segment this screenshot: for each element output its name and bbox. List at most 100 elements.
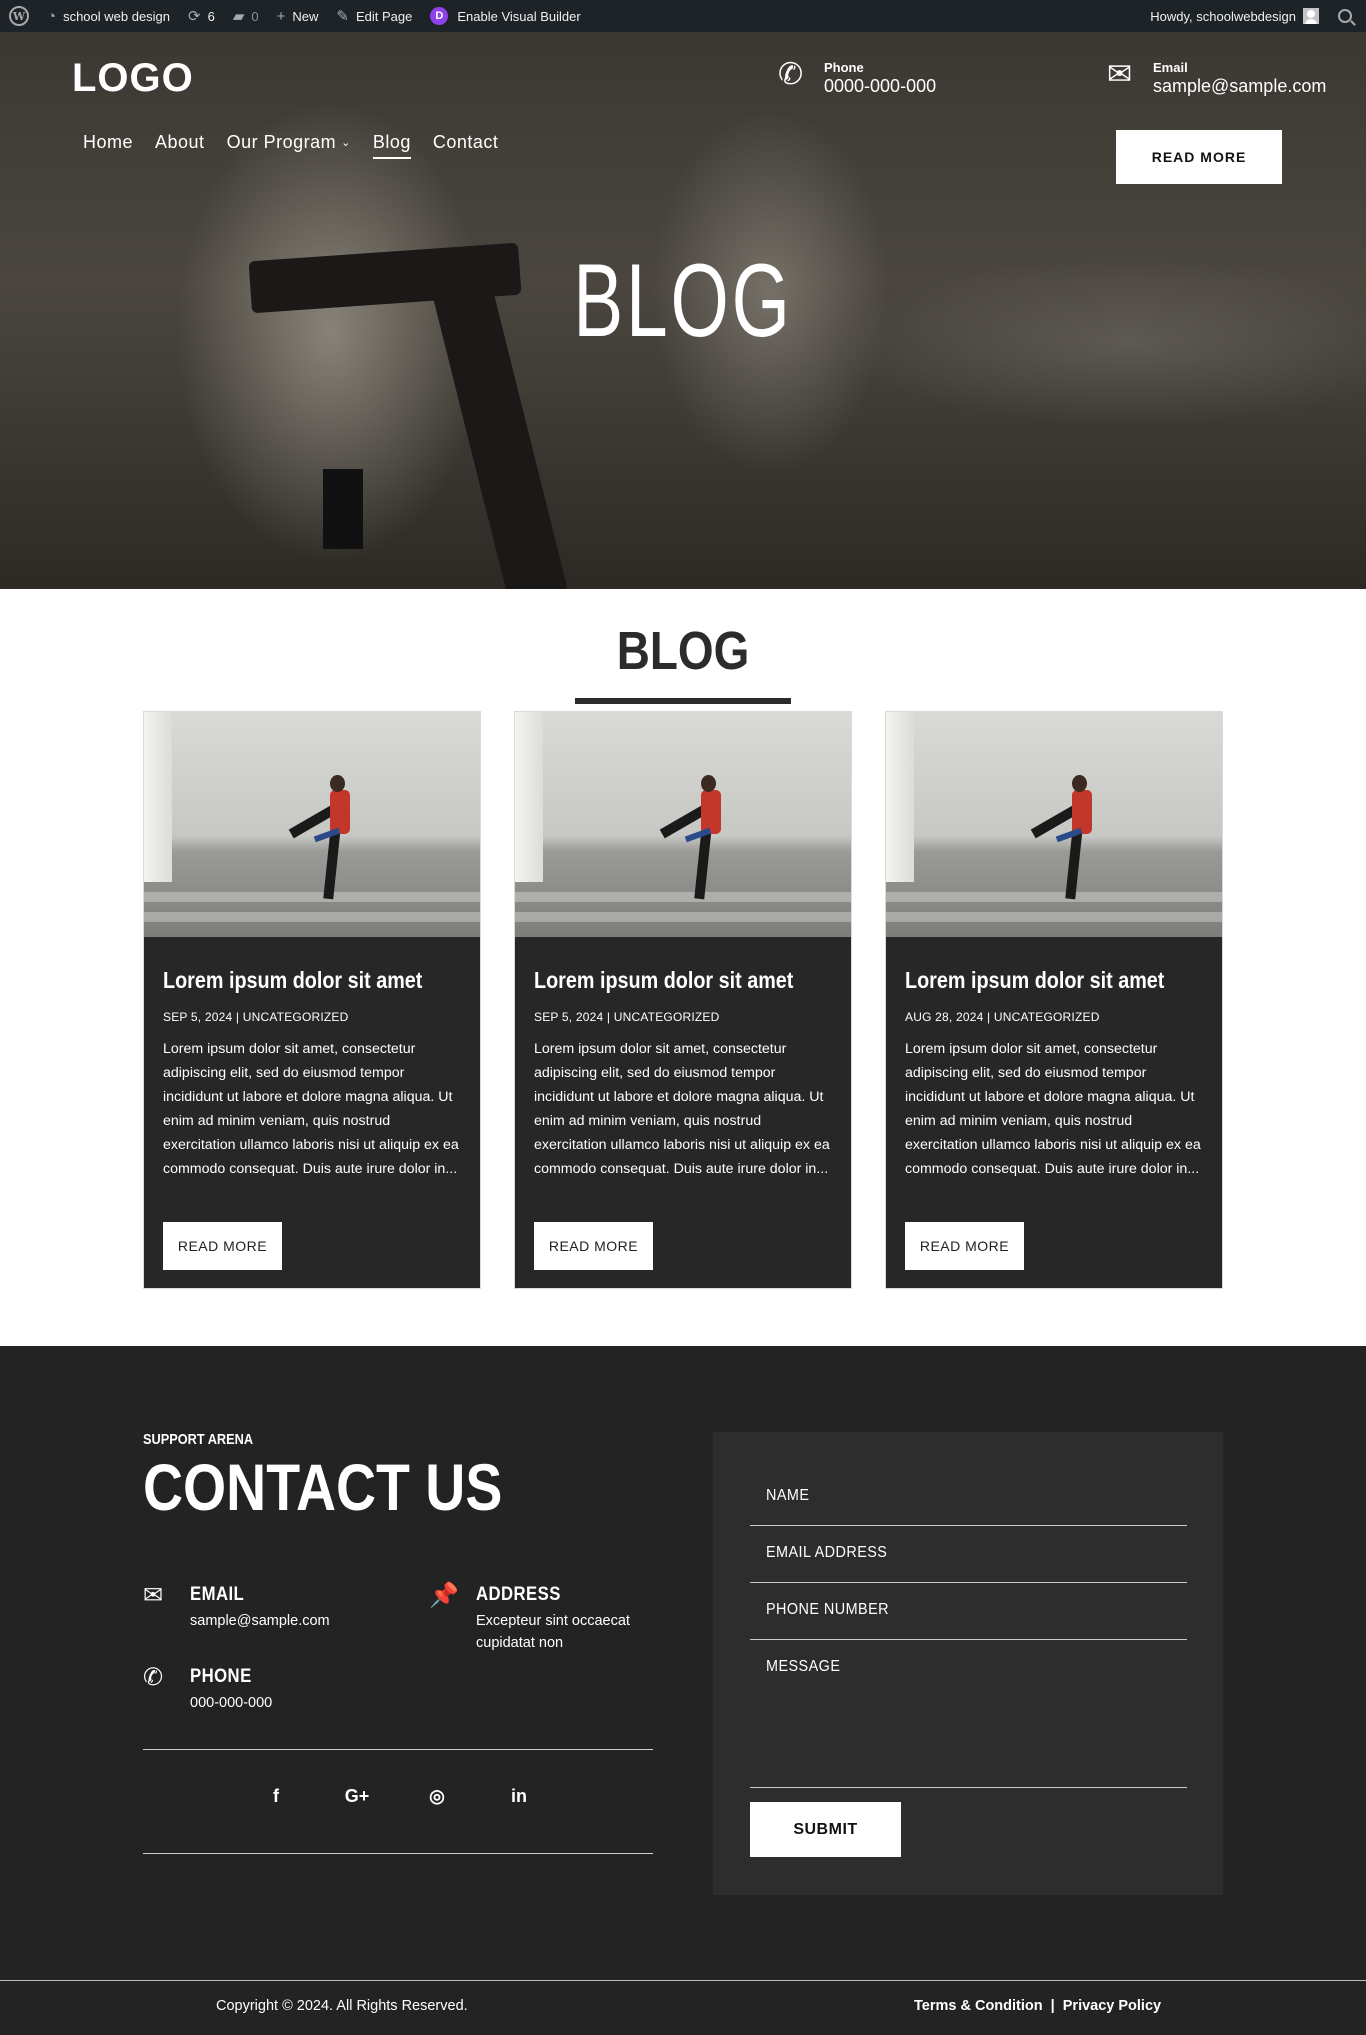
envelope-icon: ✉ bbox=[1107, 58, 1133, 91]
image-kid-body bbox=[330, 790, 350, 834]
contact-email-block: ✉ EMAIL sample@sample.com bbox=[143, 1584, 330, 1632]
blog-card-read-more-button[interactable]: READ MORE bbox=[905, 1222, 1024, 1270]
comments-link[interactable]: ▰ 0 bbox=[224, 0, 268, 32]
admin-bar: W ◔ school web design ⟳ 6 ▰ 0 + New ✎ Edit Pa… bbox=[0, 0, 1366, 32]
blog-card-excerpt: Lorem ipsum dolor sit amet, consectetur … bbox=[534, 1041, 830, 1177]
email-field[interactable]: EMAIL ADDRESS bbox=[750, 1544, 1187, 1583]
updates-link[interactable]: ⟳ 6 bbox=[179, 0, 224, 32]
blog-card-title[interactable]: Lorem ipsum dolor sit amet bbox=[905, 967, 1164, 994]
wordpress-icon: W bbox=[9, 6, 29, 26]
blog-card-date: AUG 28, 2024 bbox=[905, 1010, 984, 1024]
header-phone-value: 0000-000-000 bbox=[824, 75, 937, 96]
email-placeholder: EMAIL ADDRESS bbox=[766, 1544, 888, 1561]
account-menu[interactable]: Howdy, schoolwebdesign bbox=[1141, 0, 1328, 32]
edit-page-label: Edit Page bbox=[355, 8, 413, 24]
nav-contact[interactable]: Contact bbox=[433, 132, 499, 157]
comments-count: 0 bbox=[251, 8, 259, 24]
image-floor-light bbox=[144, 892, 480, 902]
footer-divider bbox=[0, 1980, 1366, 1981]
new-content-link[interactable]: + New bbox=[268, 0, 328, 32]
site-name-label: school web design bbox=[63, 8, 171, 24]
hero-title: BLOG bbox=[573, 243, 793, 359]
wordpress-logo-button[interactable]: W bbox=[0, 0, 38, 32]
phone-icon: ✆ bbox=[778, 58, 804, 91]
nav-blog[interactable]: Blog bbox=[372, 132, 411, 159]
google-plus-icon[interactable]: G+ bbox=[342, 1786, 372, 1807]
blog-card-title[interactable]: Lorem ipsum dolor sit amet bbox=[163, 967, 422, 994]
submit-button[interactable]: SUBMIT bbox=[750, 1802, 901, 1857]
avatar bbox=[1303, 8, 1319, 24]
pencil-icon: ✎ bbox=[336, 7, 349, 25]
site-name-link[interactable]: ◔ school web design bbox=[38, 0, 179, 32]
image-window bbox=[515, 712, 543, 882]
divi-icon: D bbox=[430, 7, 449, 25]
image-kid-body bbox=[701, 790, 721, 834]
legal-separator: | bbox=[1050, 1998, 1055, 2014]
visual-builder-label: Enable Visual Builder bbox=[457, 8, 581, 24]
blog-card-category[interactable]: UNCATEGORIZED bbox=[614, 1010, 720, 1024]
blog-card-image[interactable] bbox=[515, 712, 851, 937]
facebook-icon[interactable]: f bbox=[261, 1786, 291, 1807]
contact-phone-block: ✆ PHONE 000-000-000 bbox=[143, 1666, 272, 1714]
blog-card: Lorem ipsum dolor sit amet AUG 28, 2024 … bbox=[885, 711, 1223, 1289]
contact-title: CONTACT US bbox=[143, 1450, 503, 1524]
blog-card-category[interactable]: UNCATEGORIZED bbox=[243, 1010, 349, 1024]
visual-builder-link[interactable]: D Enable Visual Builder bbox=[421, 0, 589, 32]
blog-card-image[interactable] bbox=[144, 712, 480, 937]
blog-card-meta: SEP 5, 2024 | UNCATEGORIZED bbox=[163, 1010, 349, 1024]
image-window bbox=[144, 712, 172, 882]
image-kid-head bbox=[330, 775, 345, 792]
blog-card-read-more-button[interactable]: READ MORE bbox=[534, 1222, 653, 1270]
header-email-value: sample@sample.com bbox=[1153, 75, 1327, 96]
message-textarea[interactable]: MESSAGE bbox=[750, 1658, 1187, 1788]
name-field[interactable]: NAME bbox=[750, 1487, 1187, 1526]
main-nav: Home About Our Program ⌄ Blog Contact bbox=[83, 132, 520, 159]
name-placeholder: NAME bbox=[766, 1487, 810, 1504]
nav-home[interactable]: Home bbox=[83, 132, 133, 157]
site-logo[interactable]: LOGO bbox=[72, 56, 194, 101]
nav-about[interactable]: About bbox=[155, 132, 205, 157]
blog-card-read-more-button[interactable]: READ MORE bbox=[163, 1222, 282, 1270]
instagram-icon[interactable]: ◎ bbox=[422, 1786, 452, 1807]
nav-our-program-label: Our Program bbox=[226, 132, 337, 152]
new-label: New bbox=[292, 8, 319, 24]
contact-email-heading: EMAIL bbox=[190, 1584, 245, 1605]
divider bbox=[143, 1749, 653, 1750]
contact-phone-value: 000-000-000 bbox=[190, 1695, 273, 1711]
image-floor-light bbox=[144, 912, 480, 922]
blog-card: Lorem ipsum dolor sit amet SEP 5, 2024 |… bbox=[143, 711, 481, 1289]
header-read-more-button[interactable]: READ MORE bbox=[1116, 130, 1282, 184]
pushpin-icon: 📌 bbox=[429, 1582, 459, 1609]
envelope-icon: ✉ bbox=[143, 1582, 164, 1609]
copyright-text: Copyright © 2024. All Rights Reserved. bbox=[216, 1998, 468, 2014]
contact-eyebrow: SUPPORT ARENA bbox=[143, 1431, 254, 1448]
contact-address-block: 📌 ADDRESS Excepteur sint occaecat cupida… bbox=[429, 1584, 656, 1654]
nav-our-program[interactable]: Our Program ⌄ bbox=[227, 132, 351, 157]
image-window bbox=[886, 712, 914, 882]
image-floor-light bbox=[886, 912, 1222, 922]
comment-icon: ▰ bbox=[232, 7, 245, 25]
header-email-label: Email bbox=[1153, 60, 1188, 75]
search-icon[interactable] bbox=[1338, 9, 1352, 23]
contact-address-heading: ADDRESS bbox=[476, 1584, 561, 1605]
updates-count: 6 bbox=[207, 8, 215, 24]
header-phone-label: Phone bbox=[824, 60, 864, 75]
privacy-link[interactable]: Privacy Policy bbox=[1063, 1998, 1161, 2014]
contact-email-value[interactable]: sample@sample.com bbox=[190, 1610, 330, 1632]
linkedin-icon[interactable]: in bbox=[504, 1786, 534, 1807]
blog-card-image[interactable] bbox=[886, 712, 1222, 937]
phone-icon: ✆ bbox=[143, 1664, 164, 1691]
blog-card-category[interactable]: UNCATEGORIZED bbox=[994, 1010, 1100, 1024]
chevron-down-icon: ⌄ bbox=[341, 137, 351, 149]
message-placeholder: MESSAGE bbox=[766, 1658, 841, 1675]
image-floor-light bbox=[515, 912, 851, 922]
phone-field[interactable]: PHONE NUMBER bbox=[750, 1601, 1187, 1640]
edit-page-link[interactable]: ✎ Edit Page bbox=[327, 0, 421, 32]
blog-card-excerpt: Lorem ipsum dolor sit amet, consectetur … bbox=[163, 1041, 459, 1177]
image-kid-head bbox=[1072, 775, 1087, 792]
terms-link[interactable]: Terms & Condition bbox=[914, 1998, 1043, 2014]
blog-card-date: SEP 5, 2024 bbox=[534, 1010, 604, 1024]
legal-links: Terms & Condition | Privacy Policy bbox=[914, 1998, 1161, 2014]
blog-card-title[interactable]: Lorem ipsum dolor sit amet bbox=[534, 967, 793, 994]
contact-phone-heading: PHONE bbox=[190, 1666, 252, 1687]
